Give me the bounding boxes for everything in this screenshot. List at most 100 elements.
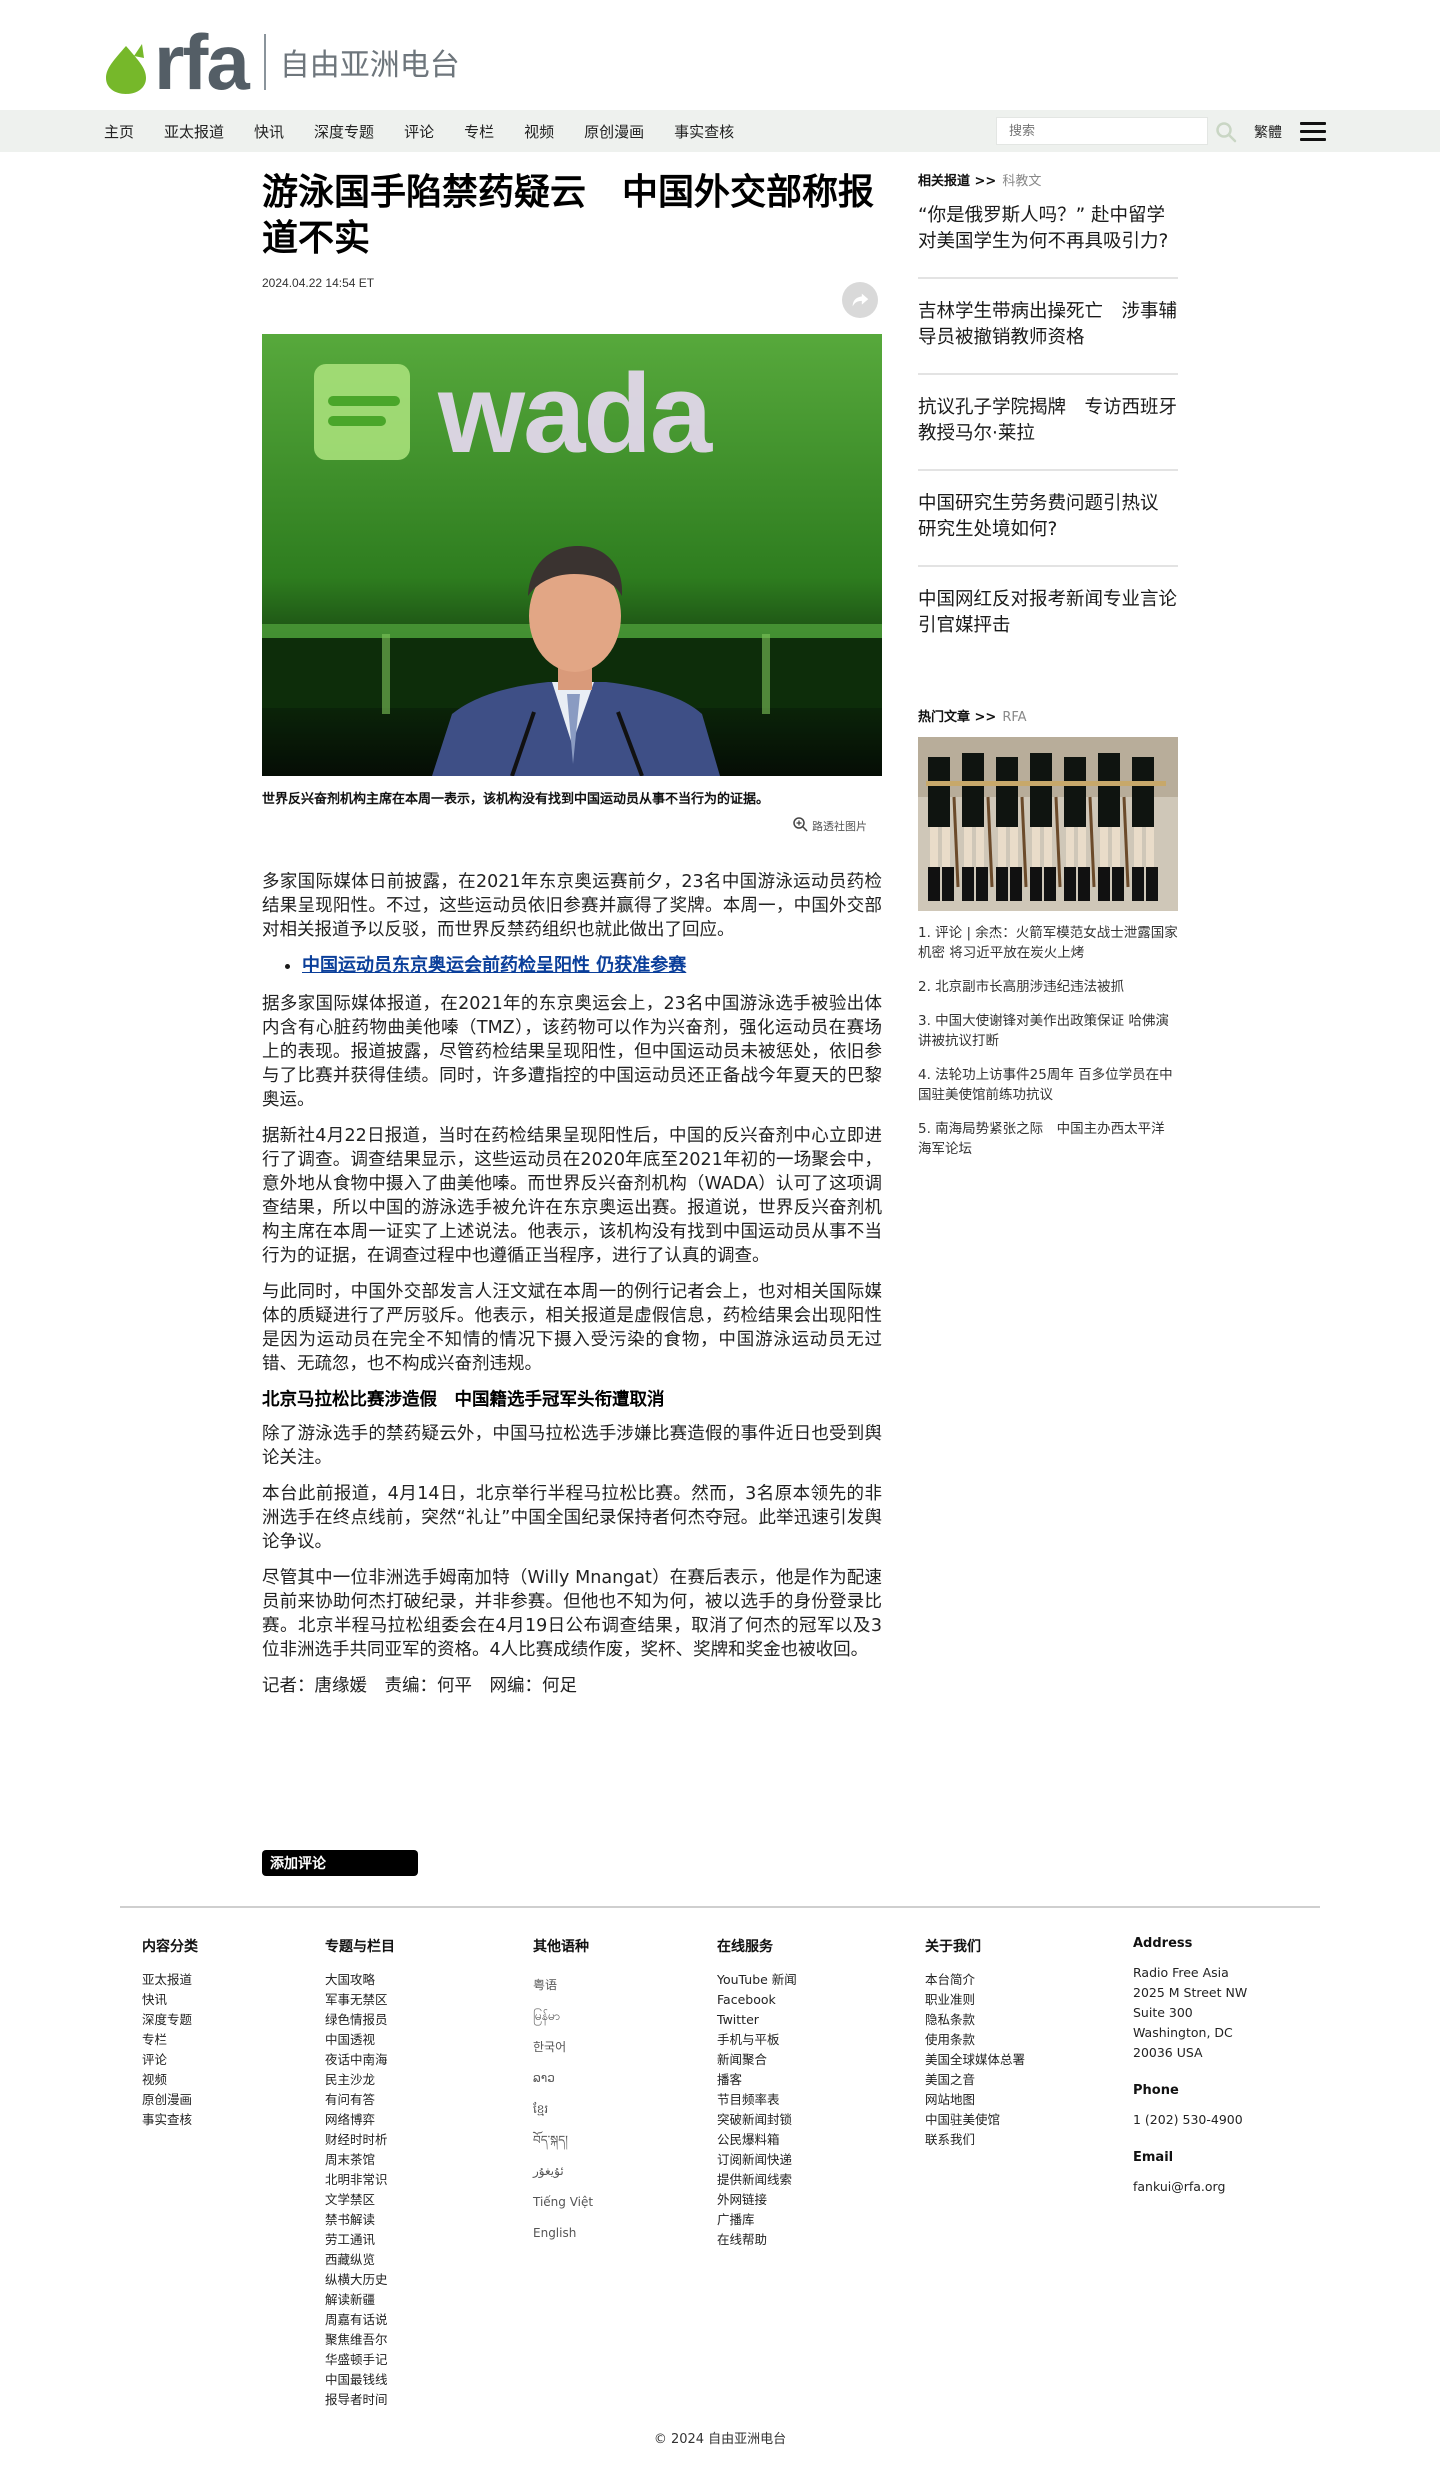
footer-link[interactable]: 报导者时间 [325,2390,395,2410]
footer-link[interactable]: Twitter [717,2010,797,2030]
footer-link[interactable]: 网站地图 [925,2090,1025,2110]
hamburger-menu-icon[interactable] [1300,122,1326,142]
language-link[interactable]: ລາວ [533,2063,593,2094]
footer-link[interactable]: 事实查核 [142,2110,198,2130]
footer-link[interactable]: 聚焦维吾尔 [325,2330,395,2350]
footer-link[interactable]: 在线帮助 [717,2230,797,2250]
footer-link[interactable]: 网络博弈 [325,2110,395,2130]
nav-item-fact-check[interactable]: 事实查核 [674,121,734,142]
rfa-logo[interactable]: rfa 自由亚洲电台 [104,23,460,101]
footer-link[interactable]: 节目频率表 [717,2090,797,2110]
footer-link[interactable]: YouTube 新闻 [717,1970,797,1990]
footer-link[interactable]: 财经时时析 [325,2130,395,2150]
footer-link[interactable]: 视频 [142,2070,198,2090]
hot-item[interactable]: 2. 北京副市长高朋涉违纪违法被抓 [918,977,1178,997]
footer-link[interactable]: 华盛顿手记 [325,2350,395,2370]
language-link[interactable]: 한국어 [533,2032,593,2063]
related-item[interactable]: 中国网红反对报考新闻专业言论引官媒抨击 [918,567,1178,661]
hot-tag[interactable]: RFA [1002,710,1026,725]
footer-link[interactable]: 夜话中南海 [325,2050,395,2070]
footer-link[interactable]: 禁书解读 [325,2210,395,2230]
hot-item[interactable]: 4. 法轮功上访事件25周年 百多位学员在中国驻美使馆前练功抗议 [918,1065,1178,1105]
hot-item[interactable]: 5. 南海局势紧张之际 中国主办西太平洋海军论坛 [918,1119,1178,1159]
related-article-link[interactable]: 中国运动员东京奥运会前药检呈阳性 仍获准参赛 [302,955,686,976]
nav-item-home[interactable]: 主页 [104,121,134,142]
related-tag[interactable]: 科教文 [1002,174,1041,189]
nav-item-in-depth[interactable]: 深度专题 [314,121,374,142]
language-link[interactable]: English [533,2218,593,2249]
hot-item[interactable]: 1. 评论 | 余杰：火箭军模范女战士泄露国家机密 将习近平放在炭火上烤 [918,923,1178,963]
footer-link[interactable]: 外网链接 [717,2190,797,2210]
footer-link[interactable]: 深度专题 [142,2010,198,2030]
zoom-icon[interactable] [792,816,808,835]
language-link[interactable]: ខ្មែរ [533,2094,593,2125]
footer-link[interactable]: 周末茶馆 [325,2150,395,2170]
footer-link[interactable]: 职业准则 [925,1990,1025,2010]
footer-link[interactable]: 本台简介 [925,1970,1025,1990]
related-item[interactable]: “你是俄罗斯人吗？” 赴中留学对美国学生为何不再具吸引力? [918,189,1178,279]
traditional-chinese-link[interactable]: 繁體 [1254,122,1282,142]
footer-link[interactable]: 有问有答 [325,2090,395,2110]
nav-item-asia-pacific[interactable]: 亚太报道 [164,121,224,142]
share-icon[interactable] [842,282,878,318]
nav-item-video[interactable]: 视频 [524,121,554,142]
language-link[interactable]: မြန်မာ [533,2001,593,2032]
search-icon[interactable] [1214,120,1238,144]
footer-link[interactable]: 使用条款 [925,2030,1025,2050]
language-link[interactable]: ئۇيغۇر [533,2156,593,2187]
footer-link[interactable]: 播客 [717,2070,797,2090]
footer-link[interactable]: 劳工通讯 [325,2230,395,2250]
related-label[interactable]: 相关报道 >> [918,174,996,189]
language-link[interactable]: Tiếng Việt [533,2187,593,2218]
language-link[interactable]: 粤语 [533,1970,593,2001]
footer-link[interactable]: 大国攻略 [325,1970,395,1990]
footer-link[interactable]: 隐私条款 [925,2010,1025,2030]
hot-label[interactable]: 热门文章 >> [918,710,996,725]
related-item[interactable]: 抗议孔子学院揭牌 专访西班牙教授马尔·莱拉 [918,375,1178,471]
footer-link[interactable]: 美国全球媒体总署 [925,2050,1025,2070]
footer-link[interactable]: 中国透视 [325,2030,395,2050]
footer-link[interactable]: 原创漫画 [142,2090,198,2110]
footer-link[interactable]: 公民爆料箱 [717,2130,797,2150]
phone-number[interactable]: 1 (202) 530-4900 [1133,2110,1247,2130]
footer-col-title: 在线服务 [717,1939,773,1955]
footer-link[interactable]: 联系我们 [925,2130,1025,2150]
footer-link[interactable]: 解读新疆 [325,2290,395,2310]
footer-link[interactable]: 周嘉有话说 [325,2310,395,2330]
footer-link[interactable]: 民主沙龙 [325,2070,395,2090]
language-link[interactable]: བོད་སྐད། [533,2125,593,2156]
footer-link[interactable]: 美国之音 [925,2070,1025,2090]
footer-link[interactable]: 北明非常识 [325,2170,395,2190]
footer-link[interactable]: 手机与平板 [717,2030,797,2050]
footer-link[interactable]: 文学禁区 [325,2190,395,2210]
footer-link[interactable]: 评论 [142,2050,198,2070]
search-input[interactable] [997,118,1207,144]
footer-col-categories: 内容分类 亚太报道 快讯 深度专题 专栏 评论 视频 原创漫画 事实查核 [142,1936,198,2130]
add-comment-button[interactable]: 添加评论 [262,1850,418,1876]
related-item[interactable]: 吉林学生带病出操死亡 涉事辅导员被撤销教师资格 [918,279,1178,375]
footer-link[interactable]: 订阅新闻快递 [717,2150,797,2170]
footer-link[interactable]: 军事无禁区 [325,1990,395,2010]
footer-link[interactable]: 新闻聚合 [717,2050,797,2070]
related-item[interactable]: 中国研究生劳务费问题引热议 研究生处境如何? [918,471,1178,567]
footer-link[interactable]: 亚太报道 [142,1970,198,1990]
hot-article-image[interactable] [918,737,1178,911]
email-address[interactable]: fankui@rfa.org [1133,2177,1247,2197]
footer-link[interactable]: 纵横大历史 [325,2270,395,2290]
nav-item-breaking[interactable]: 快讯 [254,121,284,142]
footer-link[interactable]: 中国驻美使馆 [925,2110,1025,2130]
footer-link[interactable]: 专栏 [142,2030,198,2050]
footer-link[interactable]: 突破新闻封锁 [717,2110,797,2130]
footer-link[interactable]: Facebook [717,1990,797,2010]
footer-link[interactable]: 广播库 [717,2210,797,2230]
footer-link[interactable]: 绿色情报员 [325,2010,395,2030]
footer-col-title: 关于我们 [925,1939,981,1955]
nav-item-columns[interactable]: 专栏 [464,121,494,142]
footer-link[interactable]: 中国最钱线 [325,2370,395,2390]
footer-link[interactable]: 提供新闻线索 [717,2170,797,2190]
footer-link[interactable]: 快讯 [142,1990,198,2010]
hot-item[interactable]: 3. 中国大使谢锋对美作出政策保证 哈佛演讲被抗议打断 [918,1011,1178,1051]
nav-item-cartoons[interactable]: 原创漫画 [584,121,644,142]
nav-item-commentary[interactable]: 评论 [404,121,434,142]
footer-link[interactable]: 西藏纵览 [325,2250,395,2270]
